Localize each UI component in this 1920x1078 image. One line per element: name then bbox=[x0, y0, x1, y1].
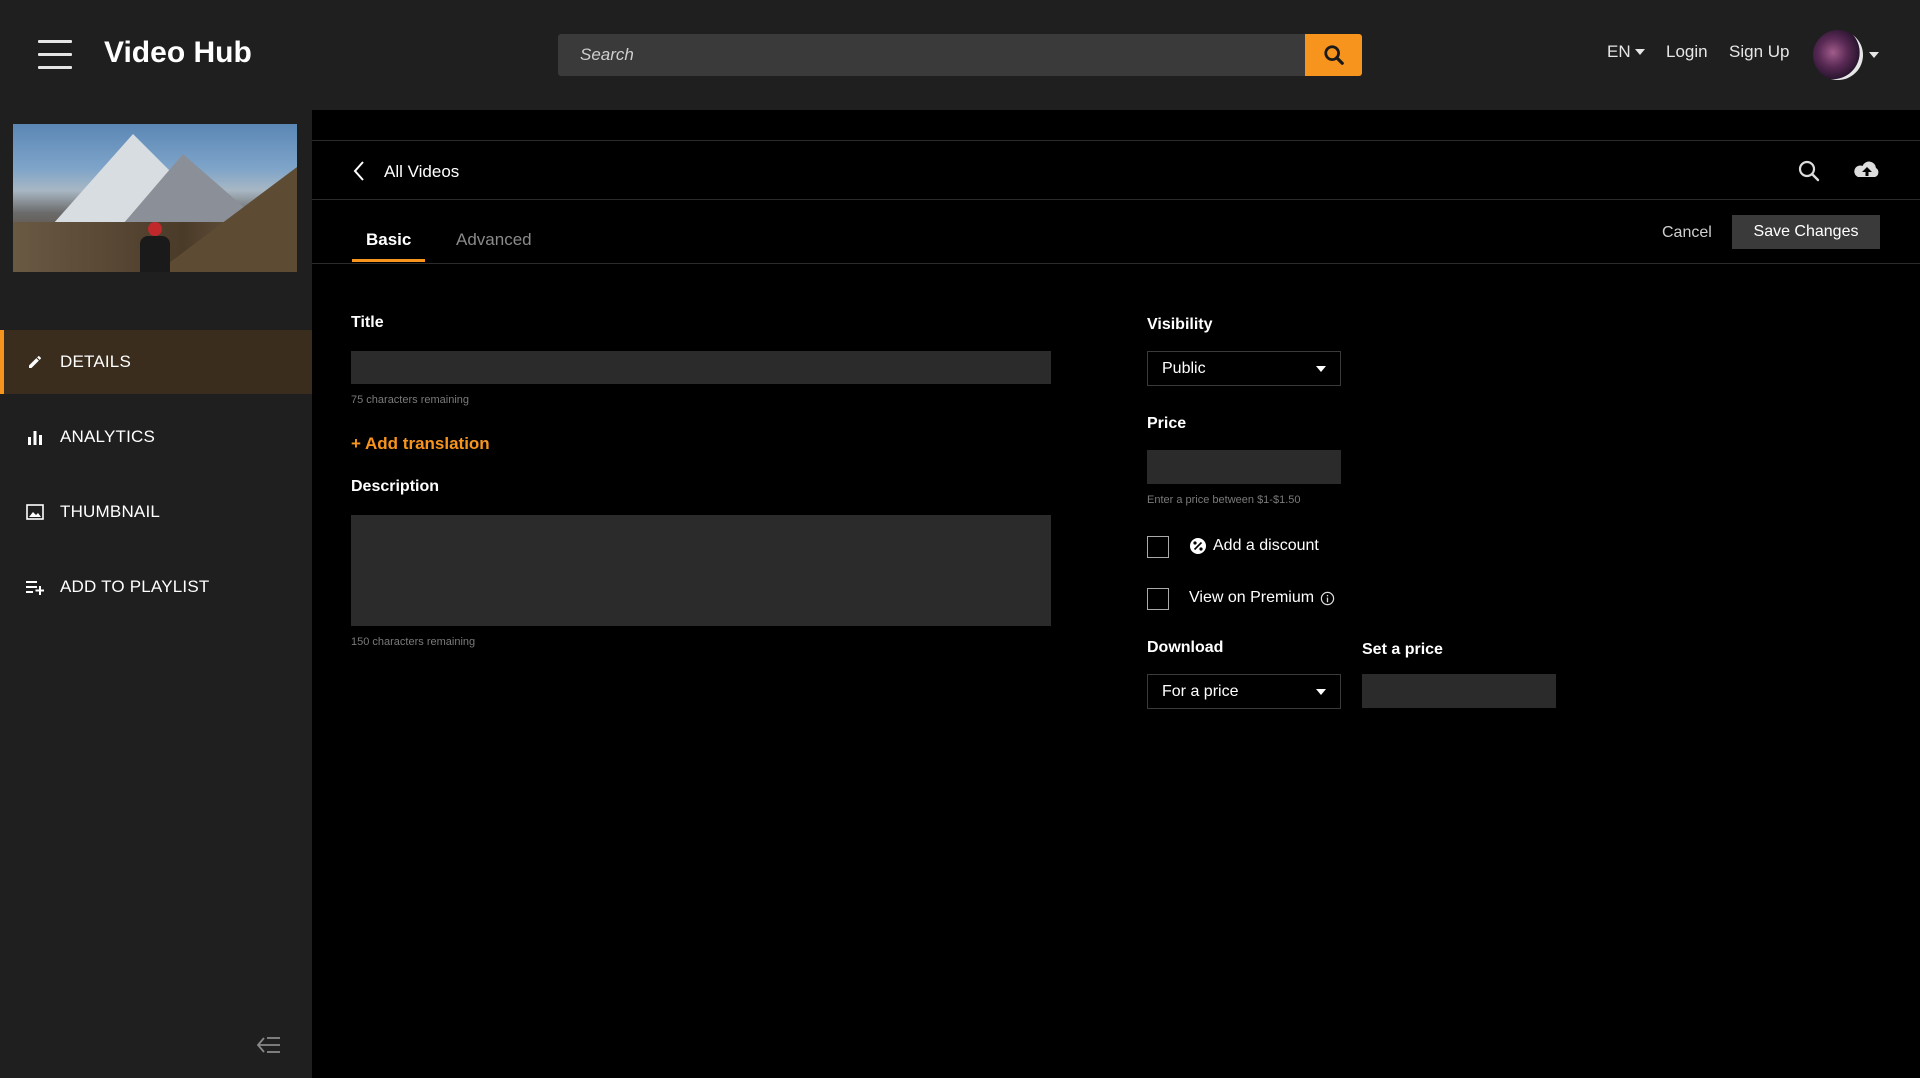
menu-icon[interactable] bbox=[38, 40, 74, 70]
download-select[interactable]: For a price bbox=[1147, 674, 1341, 709]
video-thumbnail bbox=[13, 124, 297, 272]
search-button[interactable] bbox=[1305, 34, 1362, 76]
app-title: Video Hub bbox=[104, 36, 252, 69]
visibility-select[interactable]: Public bbox=[1147, 351, 1341, 386]
add-translation-link[interactable]: + Add translation bbox=[351, 434, 490, 454]
description-textarea[interactable] bbox=[351, 515, 1051, 626]
top-bar: Video Hub EN Login Sign Up bbox=[0, 0, 1920, 110]
title-hint: 75 characters remaining bbox=[351, 394, 470, 406]
cloud-upload-icon[interactable] bbox=[1852, 158, 1882, 187]
sidebar: DETAILS ANALYTICS THUMBNAIL ADD TO PLAYL… bbox=[0, 110, 312, 1078]
header-spacer bbox=[312, 110, 1920, 140]
bar-chart-icon bbox=[26, 428, 44, 446]
sidebar-item-label: ADD TO PLAYLIST bbox=[60, 577, 210, 596]
chevron-down-icon bbox=[1634, 49, 1645, 55]
sidebar-item-label: ANALYTICS bbox=[60, 427, 156, 446]
user-menu[interactable] bbox=[1813, 30, 1879, 80]
cancel-button[interactable]: Cancel bbox=[1662, 224, 1712, 242]
description-label: Description bbox=[351, 478, 440, 495]
back-arrow-icon[interactable] bbox=[352, 159, 366, 188]
title-input[interactable] bbox=[351, 351, 1051, 384]
price-label: Price bbox=[1147, 415, 1187, 432]
discount-option: Add a discount bbox=[1189, 537, 1319, 555]
visibility-label: Visibility bbox=[1147, 316, 1213, 333]
tab-advanced[interactable]: Advanced bbox=[442, 230, 546, 258]
download-label: Download bbox=[1147, 639, 1224, 656]
language-label: EN bbox=[1607, 42, 1631, 61]
tab-bar: Basic Advanced Cancel Save Changes bbox=[312, 200, 1920, 264]
sidebar-item-thumbnail[interactable]: THUMBNAIL bbox=[0, 480, 312, 544]
sidebar-item-analytics[interactable]: ANALYTICS bbox=[0, 405, 312, 469]
sidebar-item-label: DETAILS bbox=[60, 352, 131, 371]
save-changes-button[interactable]: Save Changes bbox=[1732, 215, 1880, 249]
sidebar-item-label: THUMBNAIL bbox=[60, 502, 161, 521]
set-price-label: Set a price bbox=[1362, 641, 1443, 658]
chevron-down-icon bbox=[1869, 52, 1879, 58]
sidebar-nav: DETAILS ANALYTICS THUMBNAIL ADD TO PLAYL… bbox=[0, 330, 312, 630]
signup-link[interactable]: Sign Up bbox=[1729, 42, 1789, 62]
premium-checkbox[interactable] bbox=[1147, 588, 1169, 610]
download-value: For a price bbox=[1162, 682, 1239, 700]
playlist-add-icon bbox=[26, 578, 44, 596]
tab-basic[interactable]: Basic bbox=[352, 230, 426, 262]
sidebar-item-details[interactable]: DETAILS bbox=[0, 330, 312, 394]
search-input[interactable] bbox=[558, 34, 1306, 76]
discount-label: Add a discount bbox=[1213, 537, 1319, 554]
language-selector[interactable]: EN bbox=[1607, 42, 1645, 62]
title-label: Title bbox=[351, 314, 384, 331]
set-price-input[interactable] bbox=[1362, 674, 1556, 708]
sidebar-item-add-to-playlist[interactable]: ADD TO PLAYLIST bbox=[0, 555, 312, 619]
premium-option: View on Premium bbox=[1189, 589, 1335, 607]
search-bar bbox=[558, 34, 1362, 76]
visibility-value: Public bbox=[1162, 359, 1206, 377]
chevron-down-icon bbox=[1316, 365, 1326, 372]
price-hint: Enter a price between $1-$1.50 bbox=[1147, 494, 1301, 506]
breadcrumb: All Videos bbox=[312, 140, 1920, 200]
price-input[interactable] bbox=[1147, 450, 1341, 484]
collapse-sidebar-icon[interactable] bbox=[256, 1035, 282, 1060]
discount-checkbox[interactable] bbox=[1147, 536, 1169, 558]
pencil-icon bbox=[26, 353, 44, 371]
login-link[interactable]: Login bbox=[1666, 42, 1708, 62]
breadcrumb-all-videos[interactable]: All Videos bbox=[384, 162, 459, 182]
premium-label: View on Premium bbox=[1189, 589, 1315, 606]
search-icon bbox=[1324, 45, 1344, 65]
info-icon[interactable] bbox=[1320, 591, 1335, 606]
search-icon[interactable] bbox=[1797, 159, 1821, 188]
image-icon bbox=[26, 503, 44, 521]
discount-icon bbox=[1190, 538, 1206, 554]
description-hint: 150 characters remaining bbox=[351, 636, 476, 648]
chevron-down-icon bbox=[1316, 688, 1326, 695]
avatar bbox=[1813, 30, 1863, 80]
